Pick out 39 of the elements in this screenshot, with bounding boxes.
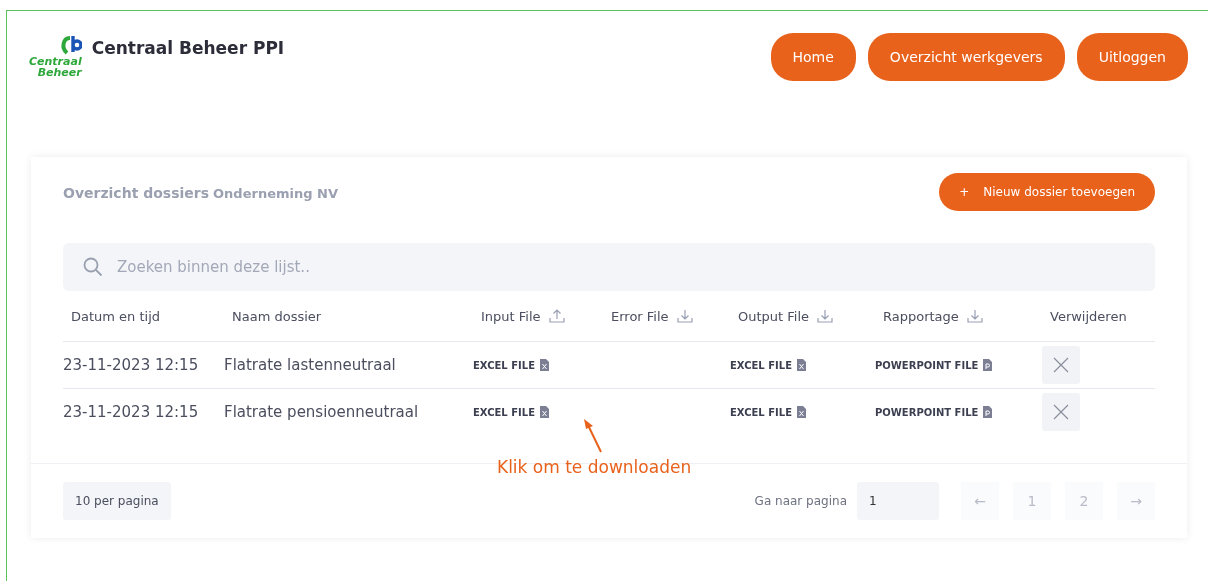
search-field[interactable]: Zoeken binnen deze lijst.. — [63, 243, 1155, 291]
annotation-text: Klik om te downloaden — [497, 457, 692, 477]
card-title: Overzicht dossiers — [63, 184, 210, 201]
file-link[interactable]: EXCEL FILE — [730, 406, 792, 418]
app-title: Centraal Beheer PPI — [91, 38, 285, 58]
company-name: Onderneming NV — [213, 185, 338, 201]
page-input[interactable]: 1 — [857, 482, 939, 520]
excel-file-icon[interactable] — [539, 359, 549, 371]
download-icon — [676, 309, 693, 323]
column-header: Datum en tijd — [71, 308, 161, 324]
column-header: Output File — [738, 308, 810, 324]
powerpoint-file-icon[interactable] — [983, 406, 993, 418]
table-cell-text: 23-11-2023 12:15 — [63, 403, 200, 421]
file-link[interactable]: EXCEL FILE — [730, 359, 792, 371]
download-icon — [817, 309, 834, 323]
excel-file-icon[interactable] — [796, 359, 806, 371]
file-link[interactable]: EXCEL FILE — [473, 359, 535, 371]
table-cell-text: Flatrate pensioenneutraal — [224, 403, 420, 421]
goto-label: Ga naar pagina — [754, 494, 847, 508]
excel-file-icon[interactable] — [796, 406, 806, 418]
file-link[interactable]: POWERPOINT FILE — [875, 406, 979, 418]
excel-file-icon[interactable] — [539, 406, 549, 418]
column-header: Input File — [481, 308, 541, 324]
column-header: Naam dossier — [232, 308, 322, 324]
download-icon — [966, 309, 983, 323]
powerpoint-file-icon[interactable] — [983, 359, 993, 371]
column-header: Rapportage — [883, 308, 959, 324]
column-header: Error File — [611, 308, 669, 324]
close-icon — [1053, 404, 1069, 420]
logo-text: Centraal — [29, 56, 82, 67]
close-icon — [1053, 357, 1069, 373]
table-cell-text: 23-11-2023 12:15 — [63, 356, 200, 374]
column-header: Verwijderen — [1050, 308, 1127, 324]
logo-text: Beheer — [37, 67, 82, 78]
file-link[interactable]: POWERPOINT FILE — [875, 359, 979, 371]
table-cell-text: Flatrate lastenneutraal — [224, 356, 397, 374]
upload-icon — [548, 309, 565, 323]
file-link[interactable]: EXCEL FILE — [473, 406, 535, 418]
page-size-select[interactable]: 10 per pagina — [63, 482, 171, 520]
